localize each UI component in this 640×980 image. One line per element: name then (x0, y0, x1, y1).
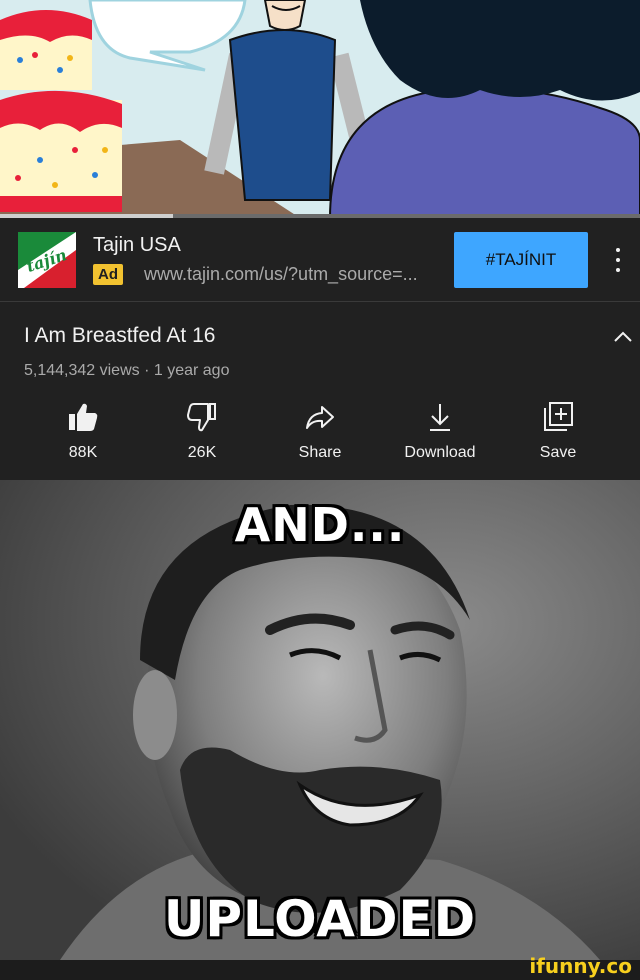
thumbs-down-icon (187, 403, 216, 432)
share-label: Share (298, 444, 342, 461)
save-label: Save (539, 444, 577, 461)
ad-cta-button[interactable]: #TAJÍNIT (454, 232, 588, 288)
like-count: 88K (68, 444, 98, 461)
video-player[interactable] (0, 0, 640, 218)
save-button[interactable]: Save (503, 400, 613, 472)
portrait-photo (0, 480, 640, 960)
video-meta: 5,144,342 views · 1 year ago (24, 362, 230, 379)
download-icon (430, 404, 450, 431)
ad-banner[interactable]: tajín Tajin USA Ad www.tajin.com/us/?utm… (0, 218, 640, 302)
chevron-up-icon[interactable] (612, 326, 634, 348)
ifunny-watermark: ifunny.co (529, 954, 632, 978)
like-button[interactable]: 88K (28, 400, 138, 472)
download-label: Download (404, 444, 476, 461)
meme-top-caption: AND... (234, 498, 406, 552)
footer-bar: ifunny.co (0, 954, 640, 980)
dislike-button[interactable]: 26K (147, 400, 257, 472)
dislike-count: 26K (187, 444, 217, 461)
meme-bottom-caption: UPLOADED (163, 890, 477, 948)
video-title[interactable]: I Am Breastfed At 16 (24, 324, 215, 348)
meme-image: AND... UPLOADED (0, 480, 640, 960)
thumbs-up-filled-icon (69, 403, 98, 431)
ad-url[interactable]: www.tajin.com/us/?utm_source=... (144, 264, 418, 285)
download-button[interactable]: Download (385, 400, 495, 472)
ad-badge: Ad (93, 264, 123, 285)
save-to-playlist-icon (544, 402, 573, 431)
share-icon (306, 406, 334, 429)
tajin-logo: tajín (18, 232, 76, 288)
share-button[interactable]: Share (265, 400, 375, 472)
action-bar: 88K 26K Share Download Save (0, 392, 640, 480)
video-title-section[interactable]: I Am Breastfed At 16 5,144,342 views · 1… (0, 302, 640, 392)
advertiser-name[interactable]: Tajin USA (93, 234, 181, 257)
cartoon-thumbnail (0, 0, 640, 218)
more-options-icon[interactable] (608, 244, 628, 276)
